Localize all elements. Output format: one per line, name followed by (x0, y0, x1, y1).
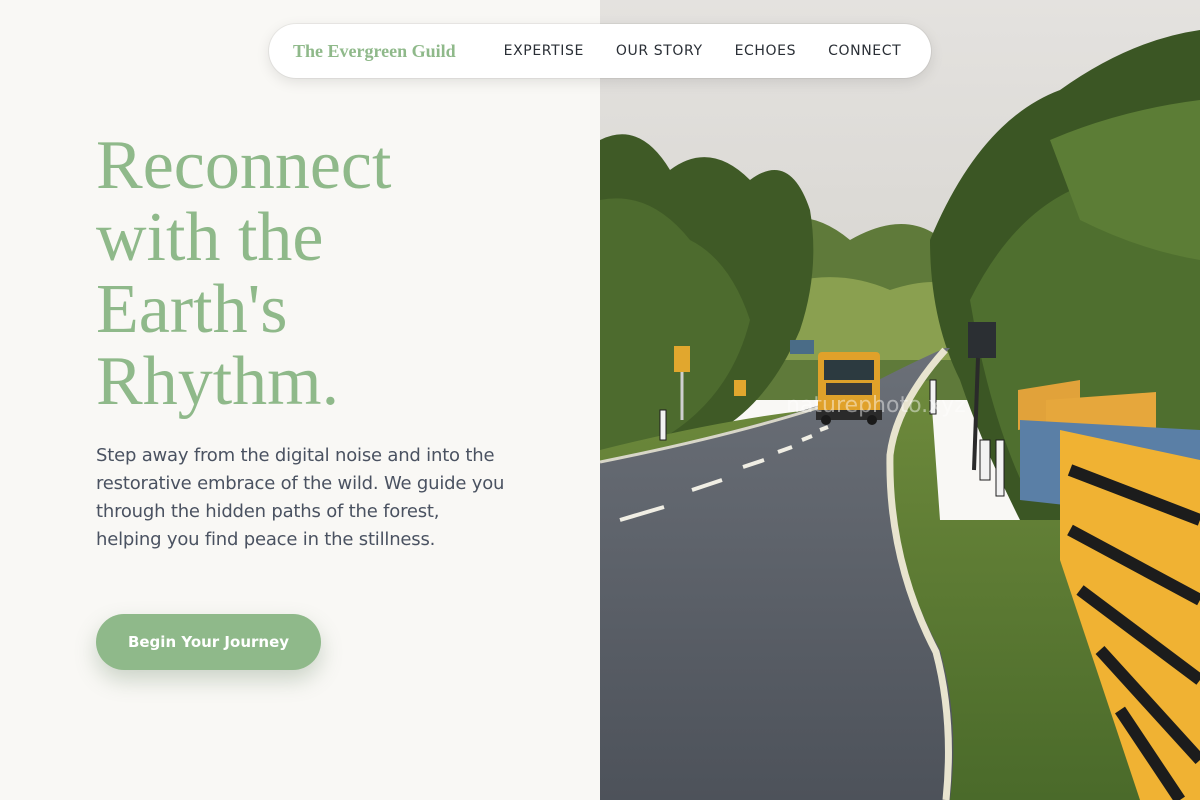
hero-title: Reconnect with the Earth's Rhythm. (96, 130, 556, 418)
hero-title-line: Rhythm. (96, 343, 340, 420)
watermark-text: naturephoto.xyz (786, 393, 966, 418)
nav-link-connect[interactable]: CONNECT (828, 43, 901, 59)
forest-road-illustration: naturephoto.xyz (600, 0, 1200, 800)
hero-title-line: Earth's (96, 271, 288, 348)
top-navigation: The Evergreen Guild EXPERTISE OUR STORY … (269, 24, 931, 78)
brand-logo[interactable]: The Evergreen Guild (293, 41, 456, 62)
begin-journey-button[interactable]: Begin Your Journey (96, 614, 321, 670)
hero-description: Step away from the digital noise and int… (96, 445, 505, 550)
forest-road-image: naturephoto.xyz (600, 0, 1200, 800)
hero-title-line: Reconnect (96, 127, 392, 204)
nav-link-our-story[interactable]: OUR STORY (616, 43, 703, 59)
nav-links: EXPERTISE OUR STORY ECHOES CONNECT (504, 43, 902, 59)
hero-title-line: with the (96, 199, 324, 276)
nav-link-expertise[interactable]: EXPERTISE (504, 43, 584, 59)
nav-link-echoes[interactable]: ECHOES (735, 43, 797, 59)
